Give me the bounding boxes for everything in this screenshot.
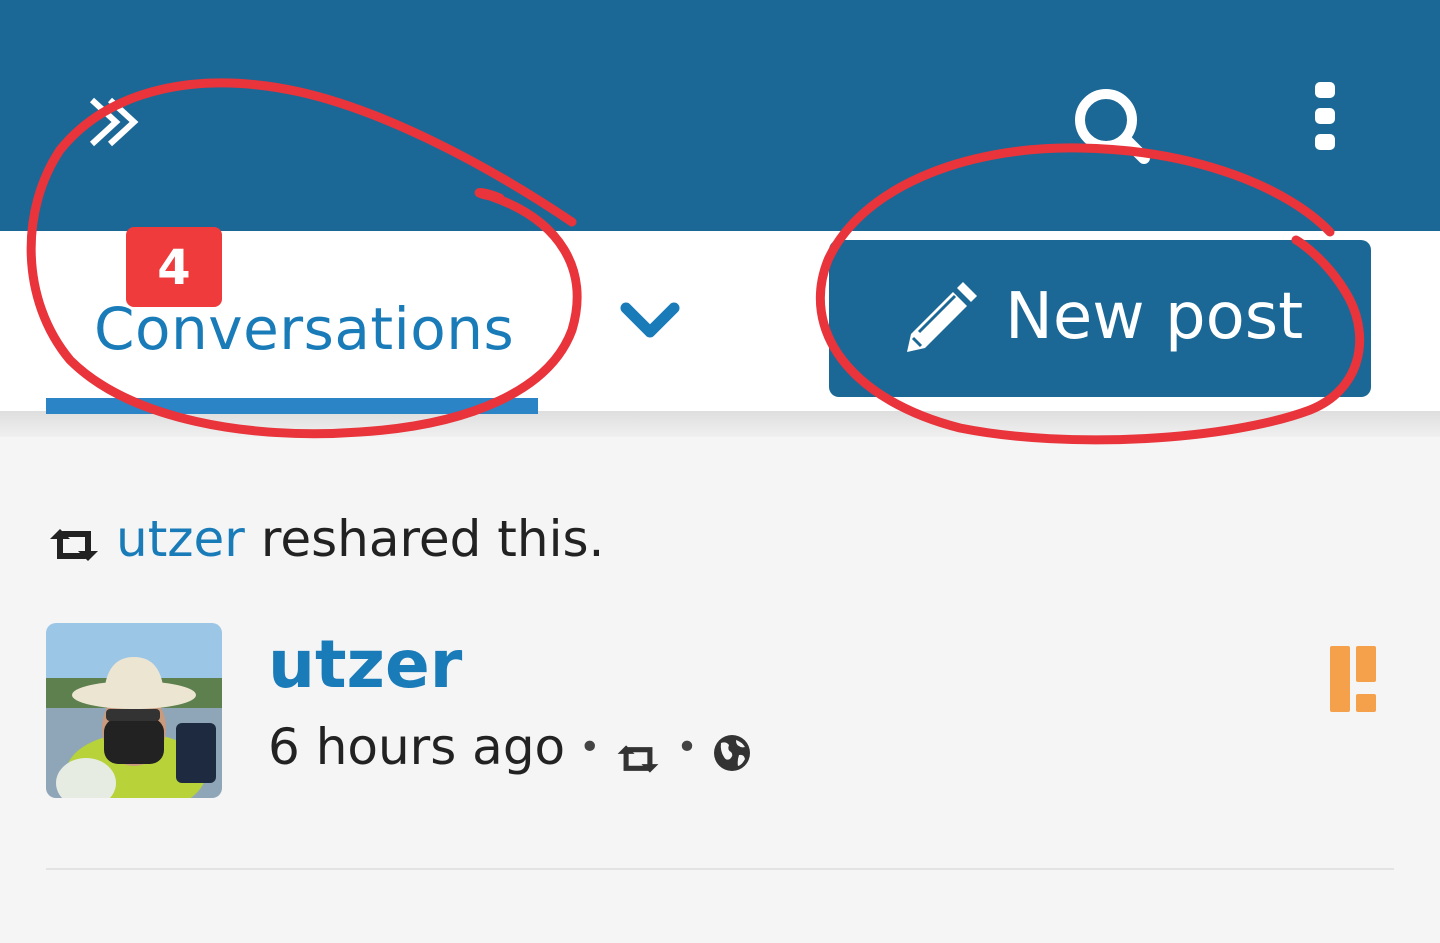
reshare-notice: utzer reshared this. <box>46 510 604 568</box>
tab-bar-shadow <box>0 411 1440 437</box>
post-divider <box>46 868 1394 870</box>
meta-separator: • <box>676 726 698 768</box>
chevron-down-icon[interactable] <box>610 290 690 350</box>
active-tab-indicator <box>46 398 538 414</box>
new-post-label: New post <box>1005 280 1304 354</box>
reshare-icon <box>46 519 102 561</box>
top-app-bar <box>0 0 1440 231</box>
reshare-icon <box>614 730 662 773</box>
post-meta: 6 hours ago • • <box>268 718 752 776</box>
reshare-text: reshared this. <box>260 510 605 568</box>
double-chevron-right-icon[interactable] <box>86 96 142 148</box>
post-timestamp[interactable]: 6 hours ago <box>268 718 565 776</box>
post-author-name[interactable]: utzer <box>268 626 462 703</box>
tab-conversations[interactable]: Conversations <box>46 231 538 414</box>
new-post-button[interactable]: New post <box>829 240 1371 397</box>
unread-count-badge: 4 <box>126 227 222 307</box>
meta-separator: • <box>579 726 601 768</box>
globe-icon <box>712 727 752 771</box>
avatar[interactable] <box>46 623 222 798</box>
pencil-icon <box>899 280 979 360</box>
search-icon[interactable] <box>1070 84 1150 164</box>
resharer-link[interactable]: utzer <box>116 510 245 568</box>
diaspora-network-icon <box>1330 646 1376 712</box>
vertical-ellipsis-icon[interactable] <box>1300 80 1350 152</box>
